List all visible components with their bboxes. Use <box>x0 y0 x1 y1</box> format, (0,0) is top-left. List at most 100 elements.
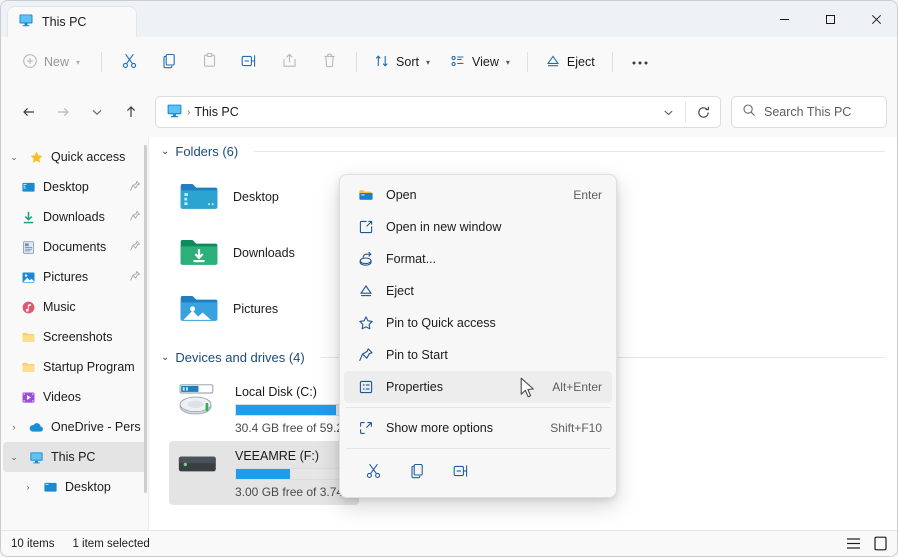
menu-item-format[interactable]: Format... <box>344 243 612 275</box>
chevron-right-icon[interactable]: › <box>17 482 39 492</box>
new-button[interactable]: New ▾ <box>13 46 89 78</box>
pin-icon[interactable] <box>129 240 141 255</box>
sidebar-item-documents[interactable]: Documents <box>3 232 147 262</box>
command-separator-2 <box>356 52 358 72</box>
rename-button[interactable] <box>230 46 268 78</box>
menu-item-pin-to-start[interactable]: Pin to Start <box>344 339 612 371</box>
chevron-down-icon[interactable]: ⌄ <box>3 152 25 163</box>
scissors-icon <box>121 52 138 72</box>
menu-item-accelerator: Alt+Enter <box>552 380 602 394</box>
group-header-label: Folders (6) <box>175 143 239 159</box>
view-button-label: View <box>471 55 499 69</box>
close-button[interactable] <box>853 1 897 37</box>
this-pc-monitor-icon <box>18 12 34 33</box>
search-box[interactable]: Search This PC <box>731 96 887 128</box>
sidebar-item-label: Screenshots <box>43 330 113 344</box>
details-view-icon[interactable] <box>845 535 862 552</box>
folder-item-downloads[interactable]: Downloads <box>169 225 355 281</box>
chevron-down-icon[interactable]: ⌄ <box>3 452 25 463</box>
breadcrumb-item-this-pc[interactable]: This PC <box>194 105 238 119</box>
trash-icon <box>321 52 338 72</box>
sidebar-item-this-pc-desktop[interactable]: › Desktop <box>3 472 147 502</box>
forward-button[interactable] <box>47 96 79 128</box>
group-header-folders[interactable]: ⌄ Folders (6) <box>149 137 897 165</box>
menu-item-label: Open <box>386 188 417 202</box>
eject-icon <box>545 53 561 72</box>
folder-item-pictures[interactable]: Pictures <box>169 281 355 337</box>
sidebar-item-label: OneDrive - Perso <box>51 420 141 434</box>
paste-button[interactable] <box>190 46 228 78</box>
sidebar-item-screenshots[interactable]: Screenshots <box>3 322 147 352</box>
address-bar[interactable]: › This PC <box>155 96 721 128</box>
up-button[interactable] <box>115 96 147 128</box>
search-input[interactable]: Search This PC <box>764 105 851 119</box>
pin-icon[interactable] <box>129 270 141 285</box>
sidebar-item-this-pc[interactable]: ⌄ This PC <box>3 442 147 472</box>
context-menu[interactable]: Open Enter Open in new window Format... … <box>339 174 617 498</box>
drive-item-local-disk-c[interactable]: Local Disk (C:) 30.4 GB free of 59.2 GB <box>169 377 365 441</box>
menu-item-open[interactable]: Open Enter <box>344 179 612 211</box>
pictures-icon <box>17 270 39 285</box>
address-dropdown-button[interactable] <box>651 97 685 127</box>
back-button[interactable] <box>13 96 45 128</box>
breadcrumb[interactable]: › This PC <box>156 102 651 122</box>
sidebar-item-quick-access[interactable]: ⌄ Quick access <box>3 142 147 172</box>
navigation-bar: › This PC Search This PC <box>1 87 897 137</box>
maximize-button[interactable] <box>807 1 853 37</box>
menu-item-properties[interactable]: Properties Alt+Enter <box>344 371 612 403</box>
menu-item-open-in-new-window[interactable]: Open in new window <box>344 211 612 243</box>
file-list-pane[interactable]: ⌄ Folders (6) Desktop Downloads Pictures… <box>149 137 897 532</box>
sort-icon <box>374 53 390 72</box>
paste-icon <box>201 52 218 72</box>
window-controls <box>761 1 897 37</box>
see-more-button[interactable] <box>621 46 659 78</box>
share-button[interactable] <box>270 46 308 78</box>
chevron-down-icon[interactable]: ⌄ <box>161 146 169 157</box>
eject-button[interactable]: Eject <box>536 46 604 78</box>
group-rule <box>254 150 885 152</box>
sort-button[interactable]: Sort ▾ <box>365 46 439 78</box>
scissors-icon <box>365 462 382 484</box>
folder-item-desktop[interactable]: Desktop <box>169 169 355 225</box>
cut-button[interactable] <box>110 46 148 78</box>
sidebar-item-videos[interactable]: Videos <box>3 382 147 412</box>
chevron-down-icon: ▾ <box>425 57 430 67</box>
sidebar-item-downloads[interactable]: Downloads <box>3 202 147 232</box>
menu-item-pin-to-quick-access[interactable]: Pin to Quick access <box>344 307 612 339</box>
pin-icon[interactable] <box>129 180 141 195</box>
navigation-pane-scrollbar[interactable] <box>144 145 147 493</box>
menu-item-eject[interactable]: Eject <box>344 275 612 307</box>
large-icons-view-icon[interactable] <box>872 535 889 552</box>
menu-item-show-more-options[interactable]: Show more options Shift+F10 <box>344 412 612 444</box>
sidebar-item-label: Desktop <box>65 480 111 494</box>
recent-locations-button[interactable] <box>81 96 113 128</box>
view-button[interactable]: View ▾ <box>441 46 519 78</box>
chevron-down-icon[interactable]: ⌄ <box>161 352 169 363</box>
navigation-pane-scroll[interactable]: ⌄ Quick access Desktop Downloads Documen… <box>1 137 149 502</box>
menu-item-label: Format... <box>386 252 437 266</box>
sidebar-item-pictures[interactable]: Pictures <box>3 262 147 292</box>
sidebar-item-startup-program[interactable]: Startup Program <box>3 352 147 382</box>
chevron-down-icon: ▾ <box>505 57 510 67</box>
desktop-icon <box>39 480 61 495</box>
sidebar-item-music[interactable]: Music <box>3 292 147 322</box>
menu-cut-button[interactable] <box>358 458 388 488</box>
tab-this-pc[interactable]: This PC <box>7 6 137 37</box>
menu-copy-button[interactable] <box>402 458 432 488</box>
chevron-right-icon[interactable]: › <box>3 422 25 432</box>
delete-button[interactable] <box>310 46 348 78</box>
minimize-button[interactable] <box>761 1 807 37</box>
open-new-window-icon <box>354 219 378 235</box>
menu-rename-button[interactable] <box>446 458 476 488</box>
view-icon <box>450 53 466 72</box>
copy-button[interactable] <box>150 46 188 78</box>
status-item-count: 10 items <box>11 537 55 550</box>
refresh-button[interactable] <box>686 97 720 127</box>
folder-icon <box>17 360 39 375</box>
menu-item-label: Properties <box>386 380 443 394</box>
sidebar-item-onedrive[interactable]: › OneDrive - Perso <box>3 412 147 442</box>
sidebar-item-desktop[interactable]: Desktop <box>3 172 147 202</box>
pin-icon[interactable] <box>129 210 141 225</box>
drive-item-veeamre-f[interactable]: VEEAMRE (F:) 3.00 GB free of 3.74 GB <box>169 441 365 505</box>
rename-icon <box>452 462 470 485</box>
